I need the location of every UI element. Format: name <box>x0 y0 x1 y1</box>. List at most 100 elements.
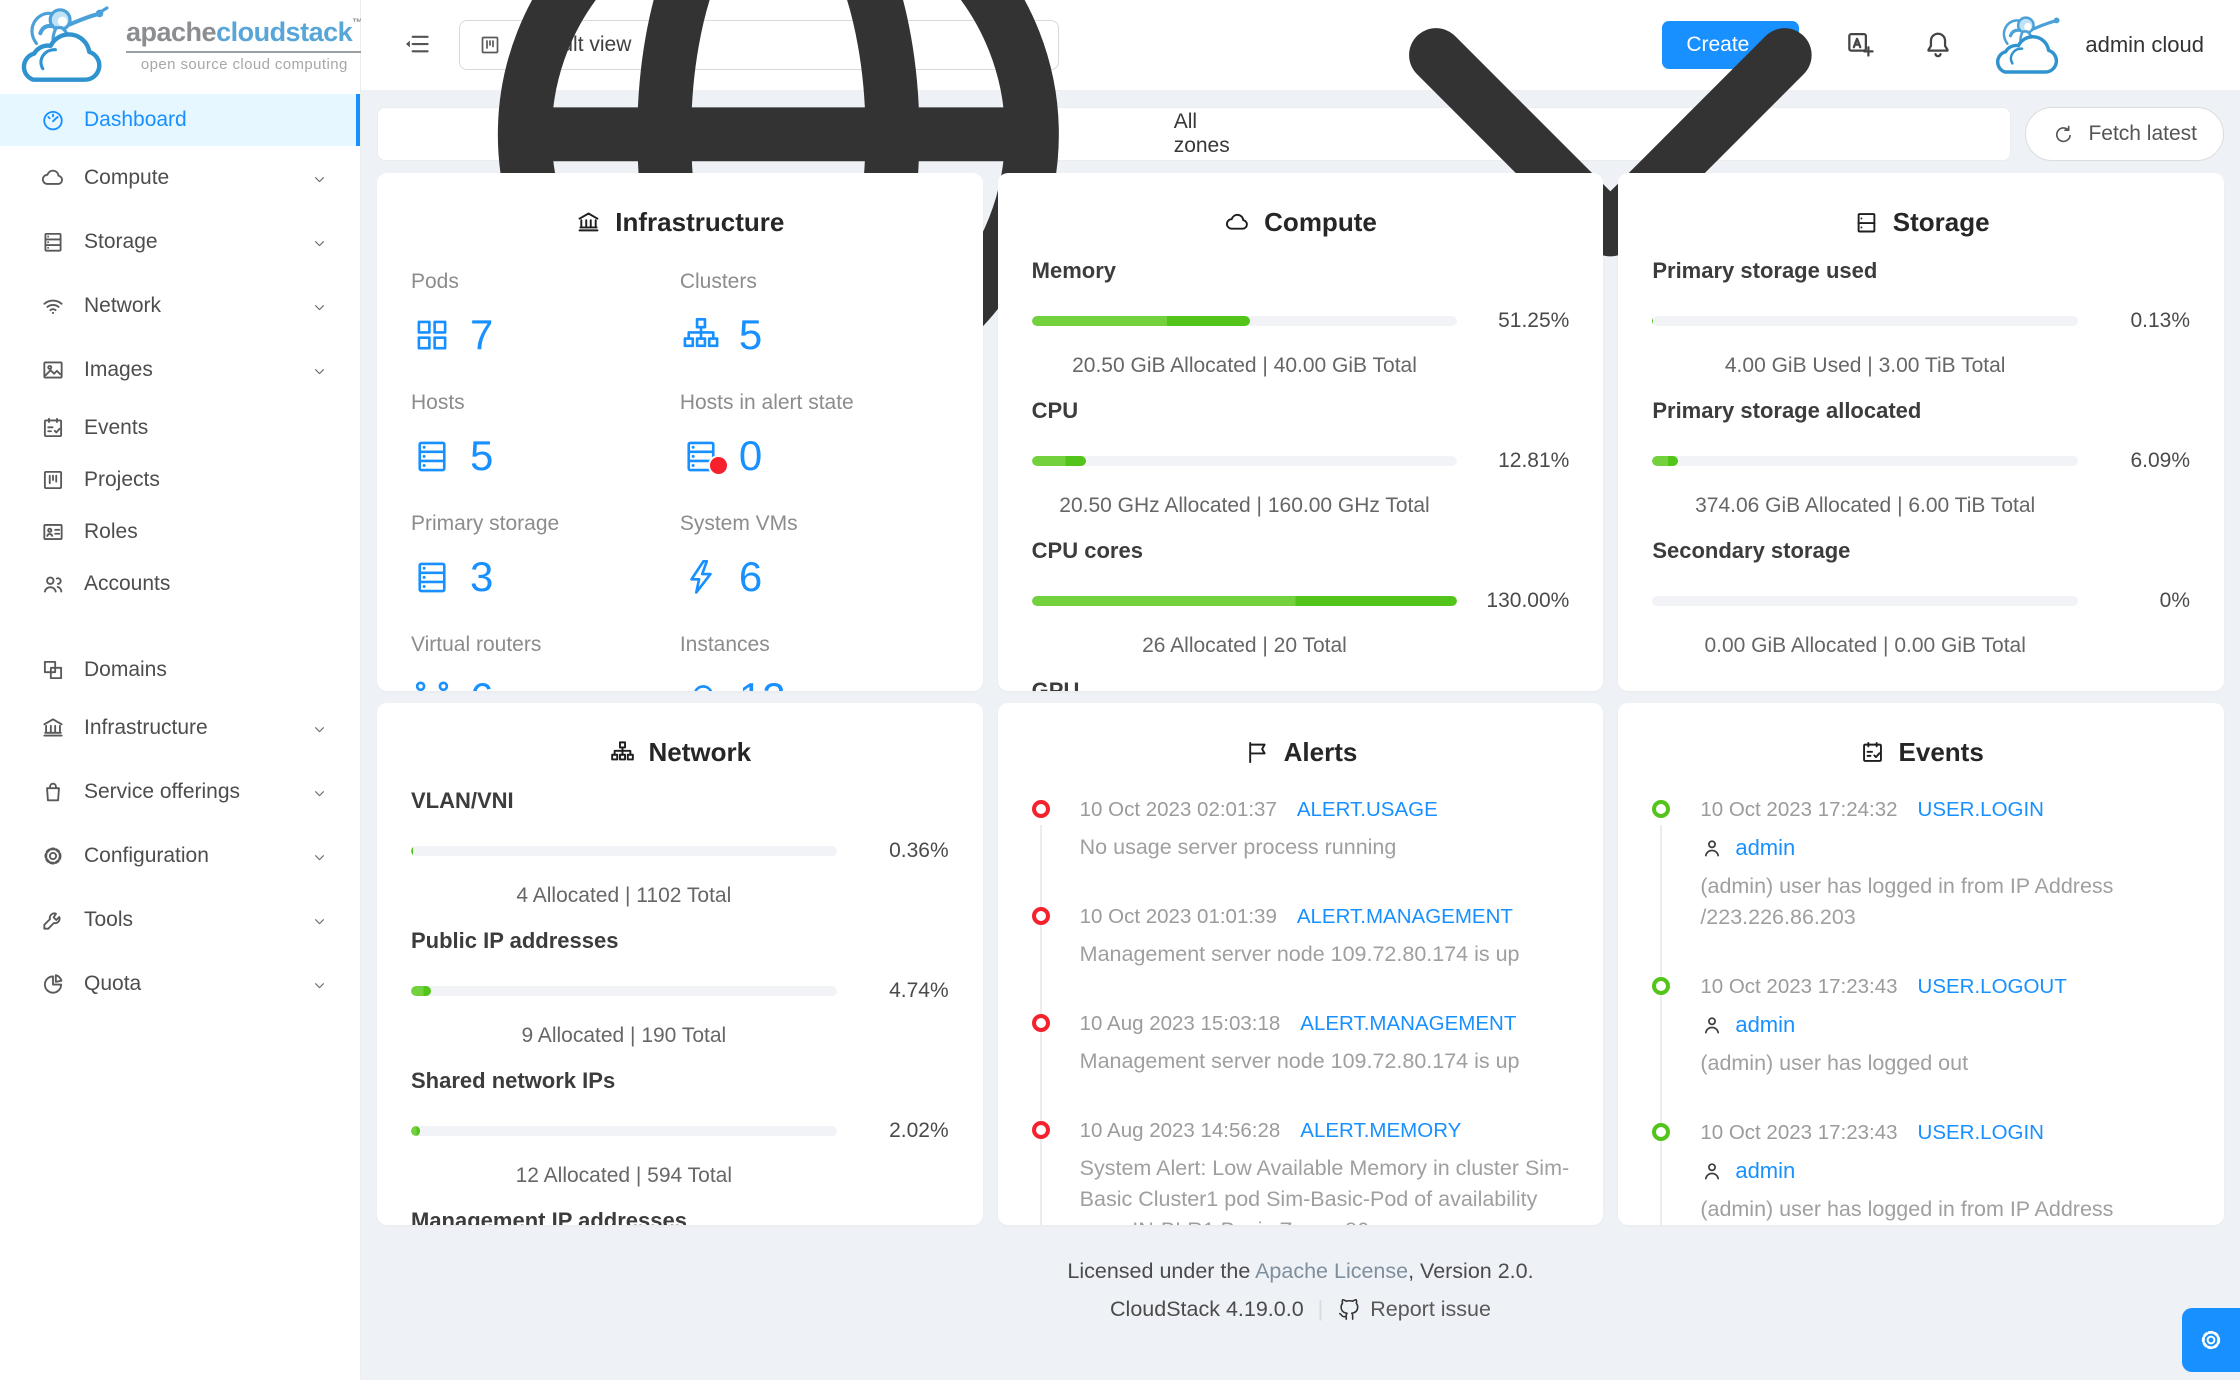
sidebar-item-storage[interactable]: Storage <box>0 210 360 274</box>
database-icon <box>418 562 446 593</box>
fetch-latest-button[interactable]: Fetch latest <box>2025 107 2224 161</box>
sidebar-item-service-offerings[interactable]: Service offerings <box>0 760 360 824</box>
database-icon <box>418 441 446 472</box>
chev-down-icon <box>315 854 324 860</box>
user-name[interactable]: admin cloud <box>2085 32 2204 58</box>
progress-bar <box>411 986 837 996</box>
sidebar-item-configuration[interactable]: Configuration <box>0 824 360 888</box>
event-type-link[interactable]: ALERT.MEMORY <box>1300 1119 1461 1143</box>
appstore-icon <box>417 320 447 350</box>
progress-caption: 374.06 GiB Allocated | 6.00 TiB Total <box>1695 494 2036 517</box>
meter-management-ip-addresses: Management IP addresses2.37%6 Allocated … <box>411 1208 949 1225</box>
zone-selector[interactable]: All zones <box>377 0 2012 415</box>
progress-bar <box>1031 456 1458 466</box>
stat-value[interactable]: 6 <box>411 674 680 691</box>
stat-value[interactable]: 5 <box>411 432 680 480</box>
events-card: Events 10 Oct 2023 17:24:32 USER.LOGIN admi… <box>1618 703 2224 1225</box>
thunderbolt-icon <box>690 559 712 594</box>
event-user-link[interactable]: admin <box>1700 1012 2190 1038</box>
stat-value[interactable]: 3 <box>411 553 680 601</box>
event-type-link[interactable]: USER.LOGOUT <box>1918 975 2067 999</box>
alerts-card-title: Alerts <box>1032 737 1570 768</box>
bank-icon <box>43 718 63 737</box>
stat-pods: Pods 7 <box>411 270 680 359</box>
sidebar-item-quota[interactable]: Quota <box>0 952 360 1016</box>
hdd-icon <box>1857 213 1876 233</box>
sidebar-item-images[interactable]: Images <box>0 338 360 402</box>
sidebar-item-accounts[interactable]: Accounts <box>0 558 360 610</box>
user-icon <box>1705 840 1720 857</box>
event-user-link[interactable]: admin <box>1700 1158 2190 1184</box>
events-entry: 10 Oct 2023 17:24:32 USER.LOGIN admin (admi… <box>1652 798 2190 1025</box>
footer-divider: | <box>1317 1297 1324 1321</box>
timeline-dot <box>1652 800 1671 818</box>
settings-fab-button[interactable] <box>2182 1308 2240 1372</box>
cloudstack-mascot-icon <box>21 6 109 82</box>
meter-cpu: CPU 12.81% 20.50 GHz Allocated | 160.00 GH… <box>1031 398 1570 517</box>
sidebar-item-label: Events <box>84 416 149 439</box>
meter-cpu-cores: CPU cores 130.00% 26 Allocated | 20 Total <box>1031 538 1570 657</box>
sidebar-item-infrastructure[interactable]: Infrastructure <box>0 696 360 760</box>
stat-value[interactable]: 12 <box>680 674 949 691</box>
stat-value[interactable]: 7 <box>411 311 680 359</box>
content-area: All zones Fetch latest Infrastructure Pod… <box>361 0 2240 1380</box>
sidebar-item-dashboard[interactable]: Dashboard <box>0 94 360 146</box>
page-footer: Licensed under the Apache License, Versi… <box>377 1225 2224 1322</box>
sidebar-item-label: Service offerings <box>84 780 241 803</box>
sidebar-item-tools[interactable]: Tools <box>0 888 360 952</box>
progress-caption: 4 Allocated | 1102 Total <box>516 884 732 907</box>
sidebar-item-label: Configuration <box>84 844 209 867</box>
cluster-icon <box>683 317 719 348</box>
progress-percent: 0.36% <box>889 839 949 862</box>
progress-bar <box>1031 316 1458 326</box>
sidebar-item-compute[interactable]: Compute <box>0 146 360 210</box>
meter-vlan-vni: VLAN/VNI 0.36% 4 Allocated | 1102 Total <box>411 788 949 907</box>
event-type-link[interactable]: USER.LOGIN <box>1918 1121 2044 1145</box>
progress-bar <box>1652 456 2078 466</box>
schedule-icon <box>43 417 63 438</box>
stat-value[interactable]: 6 <box>680 553 949 601</box>
stat-value[interactable]: 5 <box>680 311 949 359</box>
event-type-link[interactable]: ALERT.MANAGEMENT <box>1297 905 1513 929</box>
timeline-dot <box>1652 1123 1671 1141</box>
sidebar-item-projects[interactable]: Projects <box>0 454 360 506</box>
compute-card: Compute Memory 51.25% 20.50 GiB Allocated |… <box>997 173 1604 691</box>
pie-icon <box>43 974 63 994</box>
storage-card: Storage Primary storage used 0.13% 4.00 GiB… <box>1618 173 2224 691</box>
wifi-icon <box>43 299 63 315</box>
progress-caption: 12 Allocated | 594 Total <box>515 1164 733 1187</box>
event-user-link[interactable]: admin <box>1700 835 2190 861</box>
apache-license-link[interactable]: Apache License <box>1255 1259 1408 1283</box>
alert-dot <box>707 455 729 476</box>
infrastructure-card: Infrastructure Pods 7 Clusters 5 Hosts 5 Hosts … <box>377 173 983 691</box>
user-avatar[interactable] <box>1989 12 2075 78</box>
progress-percent: 130.00% <box>1486 589 1570 612</box>
stat-value[interactable]: 0 <box>680 432 949 480</box>
compute-card-title: Compute <box>1032 207 1570 238</box>
bank-icon <box>578 212 599 232</box>
stat-clusters: Clusters 5 <box>680 270 949 359</box>
sidebar-item-network[interactable]: Network <box>0 274 360 338</box>
sidebar-item-domains[interactable]: Domains <box>0 644 360 696</box>
meter-primary-storage-allocated: Primary storage allocated 6.09% 374.06 GiB… <box>1652 398 2190 517</box>
event-type-link[interactable]: ALERT.USAGE <box>1297 798 1438 822</box>
main-area: Default view Create admin cloud All zone… <box>361 0 2240 1380</box>
team-icon <box>43 576 63 593</box>
sidebar-item-roles[interactable]: Roles <box>0 506 360 558</box>
sidebar-item-events[interactable]: Events <box>0 402 360 454</box>
sidebar-item-label: Quota <box>84 972 142 995</box>
event-type-link[interactable]: USER.LOGIN <box>1918 798 2044 822</box>
report-issue-link[interactable]: Report issue <box>1337 1297 1491 1322</box>
alerts-card: Alerts 10 Oct 2023 02:01:37 ALERT.USAGE No … <box>997 703 1604 1225</box>
meter-primary-storage-used: Primary storage used 0.13% 4.00 GiB Used |… <box>1652 258 2190 377</box>
progress-caption: 20.50 GHz Allocated | 160.00 GHz Total <box>1059 494 1430 517</box>
timeline-dot <box>1031 907 1050 925</box>
progress-bar <box>1652 316 2078 326</box>
cloud-icon <box>41 169 63 185</box>
brand-subtitle: open source cloud computing <box>140 56 348 73</box>
progress-bar <box>411 846 837 856</box>
progress-caption: 20.50 GiB Allocated | 40.00 GiB Total <box>1072 354 1417 377</box>
progress-percent: 6.09% <box>2130 449 2190 472</box>
dashboard-grid: Infrastructure Pods 7 Clusters 5 Hosts 5 Hosts … <box>377 173 2224 1225</box>
event-type-link[interactable]: ALERT.MANAGEMENT <box>1300 1012 1516 1036</box>
